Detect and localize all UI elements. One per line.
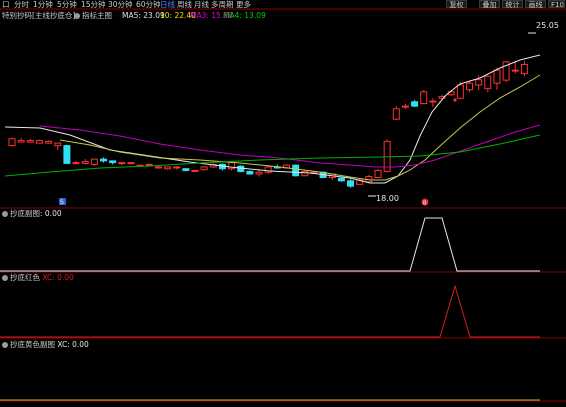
candle-body[interactable] xyxy=(182,168,190,171)
low-price-label: 18.00 xyxy=(376,194,399,203)
candle-body[interactable] xyxy=(200,166,208,171)
candle-body[interactable] xyxy=(337,177,345,182)
subchart-2-line xyxy=(0,284,540,338)
candle-body[interactable] xyxy=(81,161,89,164)
candle-body[interactable] xyxy=(100,158,107,162)
subpanel-1-title: 抄底副图 xyxy=(10,209,40,218)
subpanel-3-value: XC: 0.00 xyxy=(57,340,89,349)
candle-body[interactable] xyxy=(45,140,53,144)
candle-body[interactable] xyxy=(17,140,25,143)
candle-body[interactable] xyxy=(420,91,428,105)
subpanel-3-dot-icon xyxy=(2,342,8,348)
candle-body[interactable] xyxy=(127,162,135,165)
candle-body[interactable] xyxy=(173,166,181,169)
candle-body[interactable] xyxy=(520,63,528,75)
candle-body[interactable] xyxy=(456,84,464,99)
candle-body[interactable] xyxy=(511,69,519,72)
candle-body[interactable] xyxy=(8,138,16,147)
candle-body[interactable] xyxy=(301,170,309,177)
high-price-label: 25.05 xyxy=(536,21,559,30)
candle-body[interactable] xyxy=(26,140,34,143)
candle-body[interactable] xyxy=(237,165,245,172)
buy-signal-dot xyxy=(453,98,457,102)
subpanel-3-title: 抄底黄色副图 xyxy=(10,340,55,349)
subpanel-2-title: 抄底红色 xyxy=(10,273,40,282)
candle-body[interactable] xyxy=(411,101,419,107)
candle-body[interactable] xyxy=(164,166,172,170)
candle-body[interactable] xyxy=(246,170,254,175)
ma-yellow-line xyxy=(59,74,541,181)
s-marker-label: S xyxy=(60,199,64,206)
candle-body[interactable] xyxy=(466,82,473,91)
candle-body[interactable] xyxy=(493,69,501,84)
subpanel-2-value: XC: 0.00 xyxy=(42,273,74,282)
candle-body[interactable] xyxy=(118,162,126,165)
candle-body[interactable] xyxy=(347,180,355,187)
candle-body[interactable] xyxy=(35,140,43,144)
candle-body[interactable] xyxy=(54,142,62,147)
candle-body[interactable] xyxy=(63,145,71,164)
candle-body[interactable] xyxy=(145,163,153,166)
flag-marker-label: B xyxy=(423,201,427,207)
subpanel-2-header[interactable]: 抄底红色 XC: 0.00 xyxy=(2,273,74,283)
candle-body[interactable] xyxy=(429,100,437,103)
subpanel-1-value: : 0.00 xyxy=(40,209,62,218)
candle-body[interactable] xyxy=(374,169,382,179)
candle-body[interactable] xyxy=(154,166,162,169)
candle-body[interactable] xyxy=(191,169,199,172)
candle-body[interactable] xyxy=(484,75,492,90)
candle-body[interactable] xyxy=(292,164,300,177)
candle-body[interactable] xyxy=(90,158,98,165)
subpanel-1-dot-icon xyxy=(2,211,8,217)
candle-body[interactable] xyxy=(109,160,117,164)
subchart-1-line xyxy=(0,217,540,272)
candle-body[interactable] xyxy=(475,79,483,86)
candle-body[interactable] xyxy=(392,108,400,120)
subpanel-2-dot-icon xyxy=(2,275,8,281)
subpanel-3-header[interactable]: 抄底黄色副图 XC: 0.00 xyxy=(2,340,89,350)
candle-body[interactable] xyxy=(255,171,263,175)
candle-body[interactable] xyxy=(72,162,80,165)
candle-body[interactable] xyxy=(401,105,409,108)
subpanel-1-header[interactable]: 抄底副图: 0.00 xyxy=(2,209,62,219)
